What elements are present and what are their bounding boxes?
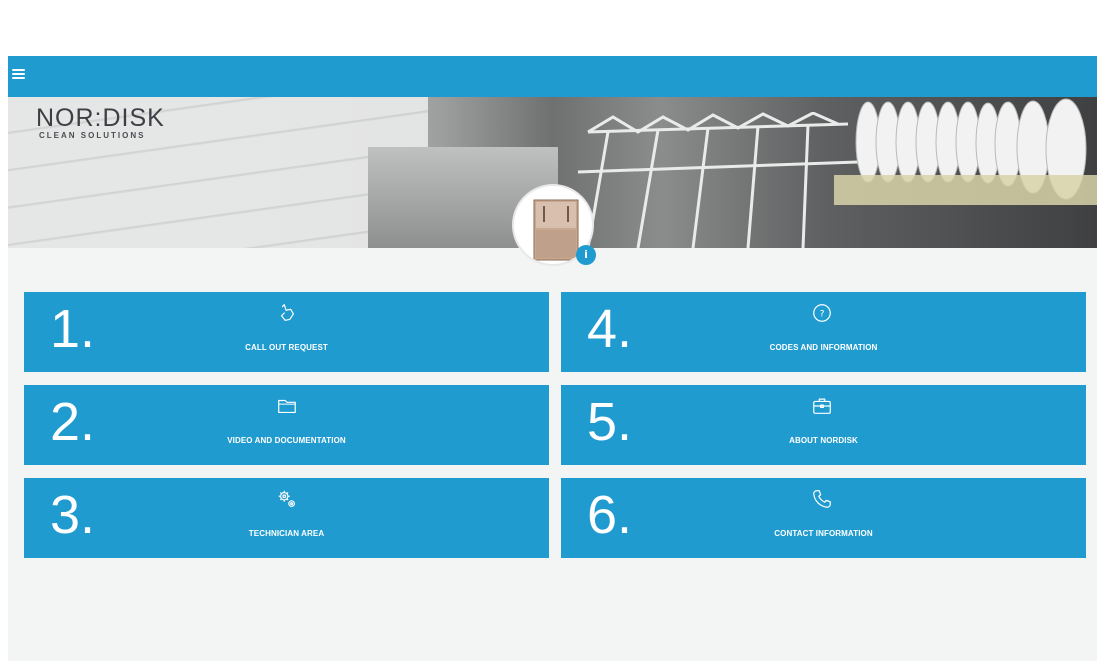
tile-label: CONTACT INFORMATION <box>774 529 873 538</box>
tile-label: VIDEO AND DOCUMENTATION <box>227 436 346 445</box>
tile-label: ABOUT NORDISK <box>789 436 858 445</box>
folder-icon <box>278 399 296 414</box>
briefcase-icon <box>813 398 831 414</box>
tile-label: CALL OUT REQUEST <box>245 343 328 352</box>
tile-technician-area[interactable]: 3. TECHNICIAN AREA <box>24 478 549 558</box>
top-bar <box>8 56 1097 97</box>
tile-label: TECHNICIAN AREA <box>248 529 325 538</box>
gears-icon <box>278 490 295 507</box>
question-circle-icon: ? <box>813 304 831 322</box>
logo-sub-text: CLEAN SOLUTIONS <box>39 131 146 140</box>
hero-plate-tray <box>834 175 1097 205</box>
hand-pointer-icon <box>280 304 295 321</box>
logo-main-text: NOR:DISK <box>36 104 165 132</box>
tile-about-nordisk[interactable]: 5. ABOUT NORDISK <box>561 385 1086 465</box>
hero-plates-image <box>855 98 1087 200</box>
page: NOR:DISK CLEAN SOLUTIONS i 1. CALL OUT R… <box>0 0 1105 661</box>
tile-codes-and-information[interactable]: 4. ? CODES AND INFORMATION <box>561 292 1086 372</box>
hero-dish-rack-image <box>577 112 859 248</box>
nordisk-logo: NOR:DISK CLEAN SOLUTIONS <box>36 105 165 140</box>
tile-call-out-request[interactable]: 1. CALL OUT REQUEST <box>24 292 549 372</box>
phone-icon <box>813 490 831 508</box>
svg-text:?: ? <box>820 309 825 320</box>
app-window: NOR:DISK CLEAN SOLUTIONS i 1. CALL OUT R… <box>8 56 1097 661</box>
tile-label: CODES AND INFORMATION <box>769 343 878 352</box>
info-button[interactable]: i <box>576 245 596 265</box>
tile-video-and-documentation[interactable]: 2. VIDEO AND DOCUMENTATION <box>24 385 549 465</box>
hamburger-menu-icon[interactable] <box>12 69 25 82</box>
tile-contact-information[interactable]: 6. CONTACT INFORMATION <box>561 478 1086 558</box>
